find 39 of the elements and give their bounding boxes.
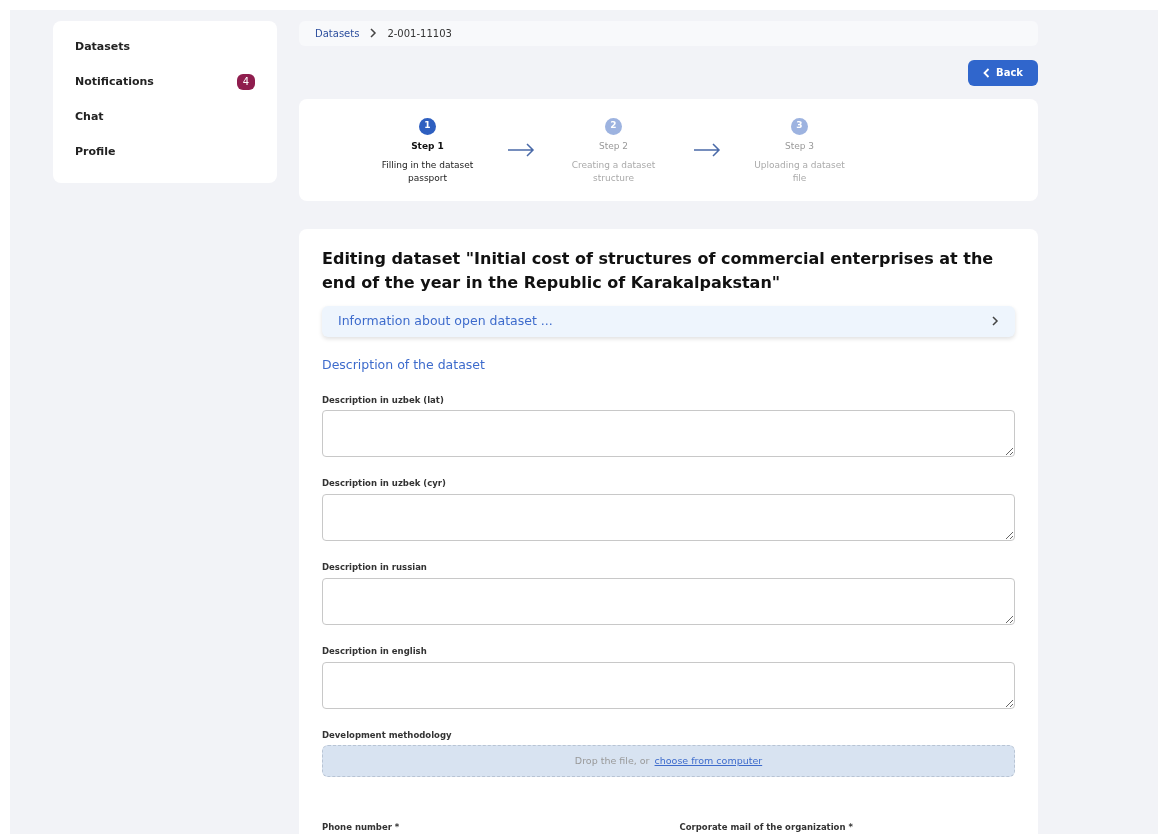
step-description: Filling in the dataset passport	[380, 159, 475, 186]
text-area[interactable]	[322, 410, 1015, 458]
section-heading: Description of the dataset	[322, 355, 486, 374]
breadcrumb-current: 2-001-11103	[387, 26, 452, 41]
text-area[interactable]	[322, 577, 1015, 625]
field-label: Description in english	[322, 644, 428, 658]
field-label: Description in uzbek (cyr)	[322, 477, 447, 490]
drop-hint: Drop the file, or	[574, 754, 650, 769]
chevron-icon	[991, 316, 999, 327]
notification-count: 4	[236, 74, 255, 90]
info-accordion[interactable]: Information about open dataset ...	[322, 305, 1015, 337]
field-label: Description in russian	[322, 561, 428, 574]
step-number: 1	[419, 117, 436, 135]
step-title: Step 1	[411, 139, 444, 153]
field-label: Development methodology	[322, 728, 453, 742]
sidebar-item[interactable]: Chat	[75, 108, 104, 126]
step-title: Step 2	[598, 139, 629, 153]
field-label: Corporate mail of the organization *	[679, 821, 854, 834]
step-description: Creating a dataset structure	[570, 159, 657, 186]
choose-file-link[interactable]: choose from computer	[654, 754, 763, 769]
step-description: Uploading a dataset file	[753, 159, 846, 186]
arrow-right-icon	[506, 142, 535, 157]
sidebar-item[interactable]: Profile	[75, 143, 116, 161]
form-title: Editing dataset "Initial cost of structures of commercial enterprises at the end of the year in the Republic of Karakalpakstan"	[322, 247, 995, 294]
back-button[interactable]: Back	[968, 59, 1038, 86]
text-area[interactable]	[322, 494, 1015, 541]
breadcrumb-link[interactable]: Datasets	[315, 25, 360, 41]
file-drop-zone[interactable]: Drop the file, or choose from computer	[322, 745, 1015, 778]
text-area[interactable]	[322, 661, 1015, 709]
field-label: Description in uzbek (lat)	[322, 393, 445, 407]
arrow-right-icon	[692, 142, 721, 157]
chevron-left-icon	[983, 67, 990, 78]
step-number: 3	[791, 117, 808, 135]
sidebar-item[interactable]: Datasets	[75, 38, 131, 56]
step-number: 2	[605, 117, 622, 135]
sidebar-item[interactable]: Notifications	[75, 73, 154, 91]
step-title: Step 3	[784, 139, 815, 153]
chevron-right-icon	[369, 28, 378, 39]
field-label: Phone number *	[322, 821, 401, 834]
